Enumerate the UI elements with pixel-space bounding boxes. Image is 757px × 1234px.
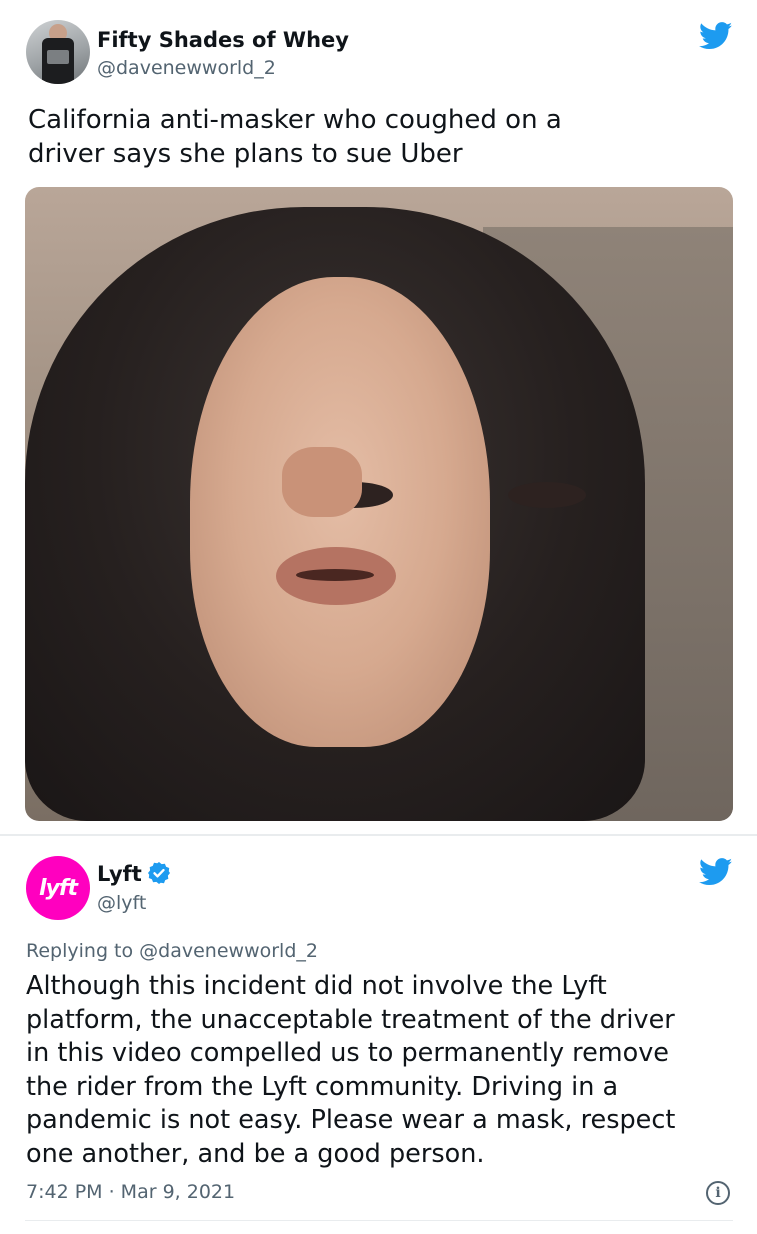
tweet-text-line: in this video compelled us to permanentl… — [26, 1038, 669, 1069]
info-icon[interactable]: i — [706, 1181, 730, 1205]
replying-to-line: Replying to @davenewworld_2 — [26, 940, 318, 962]
twitter-bird-icon[interactable] — [699, 22, 733, 50]
author-name[interactable]: Lyft — [97, 862, 142, 886]
author-avatar[interactable]: lyft — [26, 856, 90, 920]
replying-to-mention[interactable]: @davenewworld_2 — [139, 940, 318, 962]
tweet-text-line: California anti-masker who coughed on a — [28, 105, 562, 135]
tweet-text-line: the rider from the Lyft community. Drivi… — [26, 1071, 619, 1102]
tweet-text: Although this incident did not involve t… — [26, 970, 675, 1172]
author-handle[interactable]: @lyft — [97, 892, 146, 914]
replying-to-prefix: Replying to — [26, 940, 134, 962]
tweet-text-line: pandemic is not easy. Please wear a mask… — [26, 1105, 676, 1136]
bottom-divider — [25, 1220, 733, 1221]
author-handle[interactable]: @davenewworld_2 — [97, 57, 276, 79]
lyft-logo: lyft — [39, 875, 78, 901]
tweet-text-line: one another, and be a good person. — [26, 1138, 485, 1169]
twitter-bird-icon[interactable] — [699, 858, 733, 886]
tweet-text-line: driver says she plans to sue Uber — [28, 139, 463, 169]
avatar-shirt-print — [47, 50, 69, 64]
author-avatar[interactable] — [26, 20, 90, 84]
tweet-text-line: Although this incident did not involve t… — [26, 971, 607, 1001]
tweet-timestamp[interactable]: 7:42 PM · Mar 9, 2021 — [26, 1181, 235, 1203]
media-subject-face — [190, 277, 586, 747]
media-subject-mouth — [296, 569, 374, 581]
media-subject-eye — [508, 482, 586, 508]
verified-badge-icon — [148, 862, 170, 884]
tweet-card: Fifty Shades of Whey @davenewworld_2 Cal… — [0, 0, 757, 834]
tweet-media-video[interactable] — [25, 187, 733, 821]
author-name[interactable]: Fifty Shades of Whey — [97, 28, 349, 52]
tweet-text: California anti-masker who coughed on a … — [28, 103, 562, 171]
tweet-text-line: platform, the unacceptable treatment of … — [26, 1004, 675, 1035]
media-subject-nose — [282, 447, 362, 517]
